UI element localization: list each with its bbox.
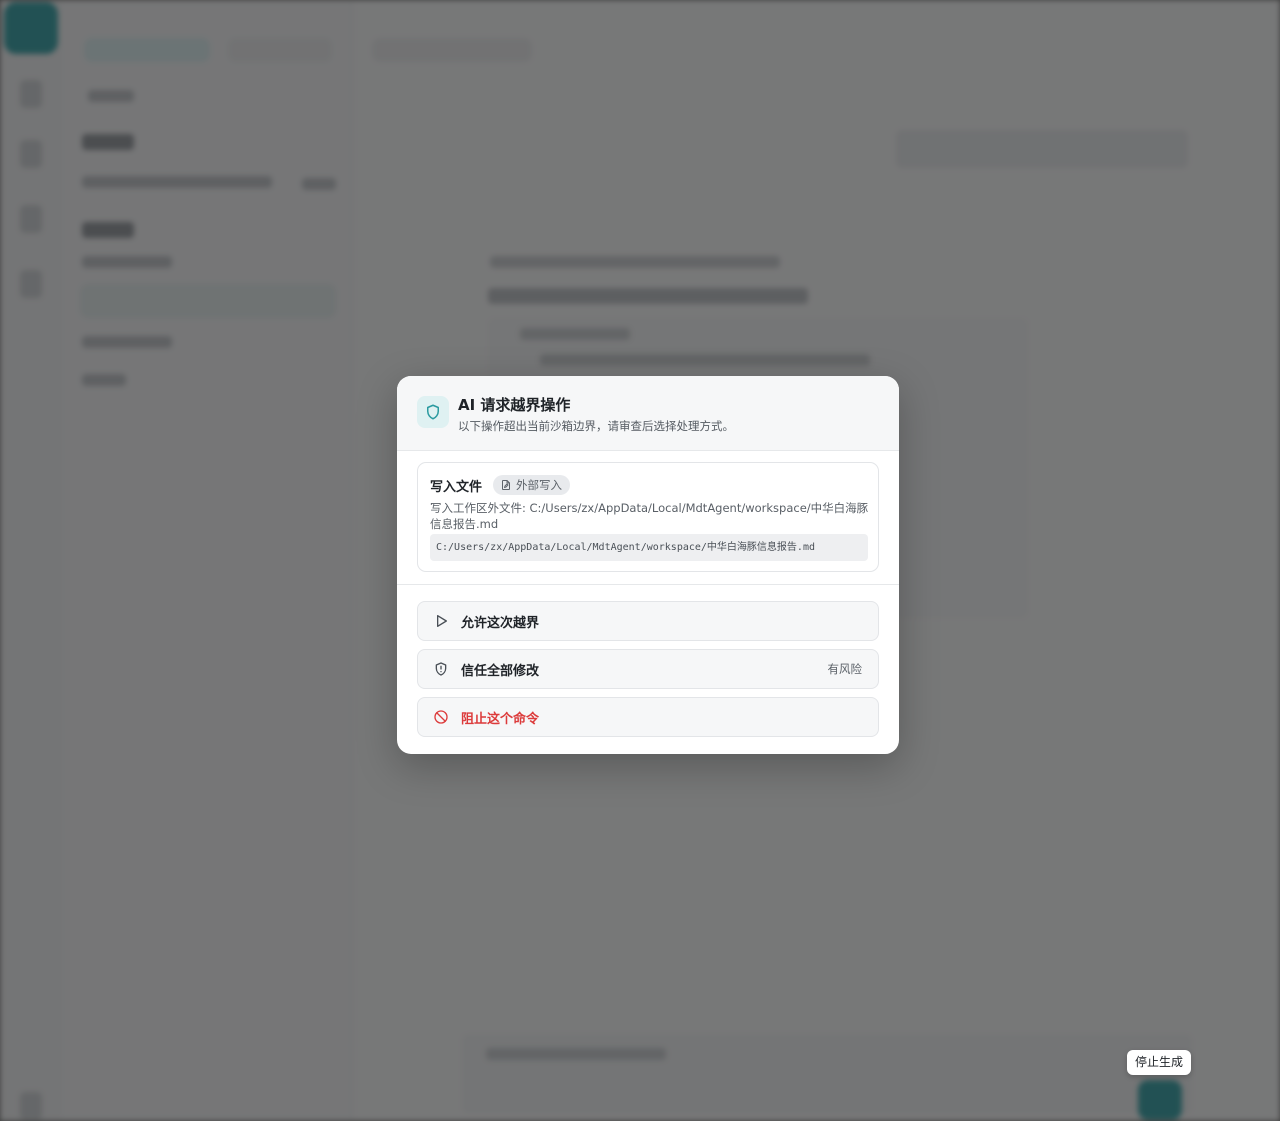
boundary-request-dialog: AI 请求越界操作 以下操作超出当前沙箱边界，请审查后选择处理方式。 写入文件 … — [397, 376, 899, 754]
allow-once-button[interactable]: 允许这次越界 — [417, 601, 879, 641]
option-label: 允许这次越界 — [461, 615, 540, 631]
dialog-subtitle: 以下操作超出当前沙箱边界，请审查后选择处理方式。 — [458, 419, 734, 433]
risk-note: 有风险 — [827, 662, 863, 676]
divider — [397, 584, 899, 585]
file-edit-icon — [500, 479, 512, 491]
shield-alert-icon — [433, 661, 449, 677]
block-command-button[interactable]: 阻止这个命令 — [417, 697, 879, 737]
request-detail-card: 写入文件 外部写入 写入工作区外文件: C:/Users/zx/AppData/… — [417, 462, 879, 572]
trust-all-button[interactable]: 信任全部修改 有风险 — [417, 649, 879, 689]
request-type-label: 写入文件 — [430, 480, 483, 495]
shield-icon — [417, 396, 449, 428]
option-label: 阻止这个命令 — [461, 711, 540, 727]
block-icon — [433, 709, 449, 725]
external-write-badge: 外部写入 — [493, 475, 570, 495]
dialog-title: AI 请求越界操作 — [458, 396, 571, 414]
dialog-header: AI 请求越界操作 以下操作超出当前沙箱边界，请审查后选择处理方式。 — [397, 376, 899, 451]
request-description: 写入工作区外文件: C:/Users/zx/AppData/Local/MdtA… — [430, 501, 869, 531]
stop-generation-tooltip: 停止生成 — [1127, 1050, 1192, 1075]
play-icon — [433, 613, 449, 629]
target-path: C:/Users/zx/AppData/Local/MdtAgent/works… — [430, 534, 868, 561]
option-label: 信任全部修改 — [461, 663, 540, 679]
badge-label: 外部写入 — [516, 478, 562, 492]
